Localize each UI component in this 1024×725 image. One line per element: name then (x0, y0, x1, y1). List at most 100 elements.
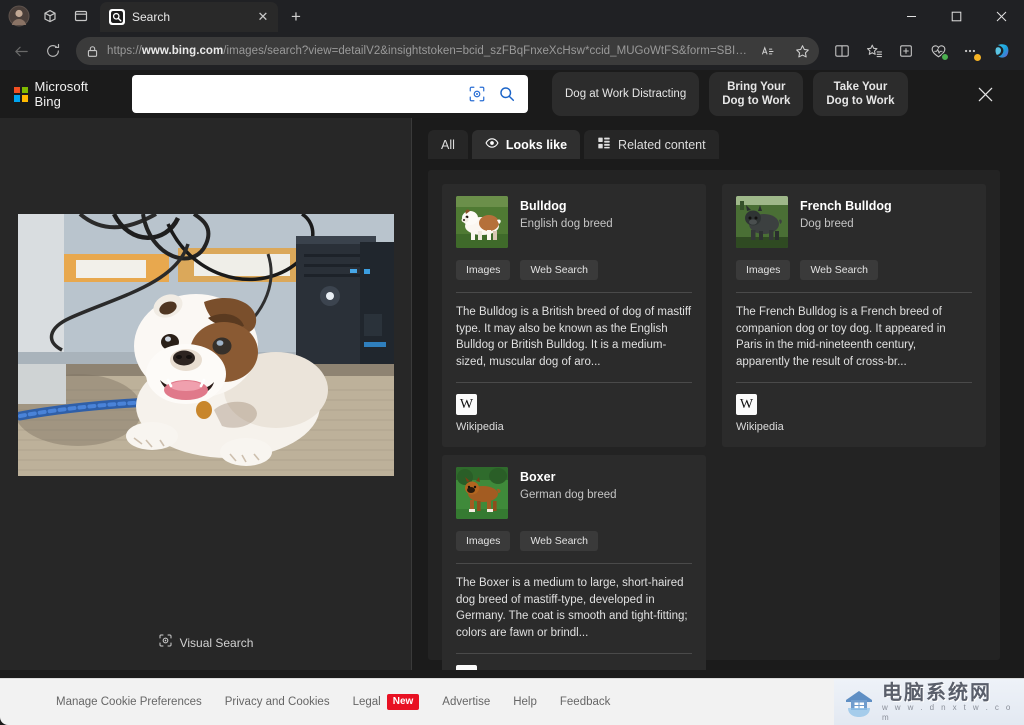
close-window-button[interactable] (979, 0, 1024, 32)
footer-link-manage-cookie-preferences[interactable]: Manage Cookie Preferences (56, 696, 202, 708)
card-title: Bulldog (520, 198, 613, 214)
browser-titlebar: Search ✕ + (0, 0, 1024, 32)
collections-add-icon[interactable] (891, 36, 921, 66)
tab-looks-like[interactable]: Looks like (472, 130, 580, 159)
maximize-button[interactable] (934, 0, 979, 32)
watermark-title: 电脑系统网 (882, 682, 1024, 703)
close-visual-search-button[interactable] (968, 77, 1002, 111)
settings-and-more-icon[interactable] (955, 36, 985, 66)
card-actions: Images Web Search (456, 531, 692, 551)
card-thumbnail[interactable] (736, 196, 788, 248)
address-bar[interactable]: https://www.bing.com/images/search?view=… (76, 37, 819, 65)
web-search-button[interactable]: Web Search (520, 531, 598, 551)
refresh-icon[interactable] (38, 36, 68, 66)
knowledge-cards-grid: Bulldog English dog breed Images Web Sea… (428, 170, 1000, 660)
card-source[interactable]: W Wikipedia (456, 665, 692, 670)
source-image[interactable] (18, 214, 394, 476)
microsoft-bing-logo[interactable]: Microsoft Bing (14, 79, 110, 109)
split-screen-icon[interactable] (827, 36, 857, 66)
bing-wordmark: Microsoft Bing (35, 79, 110, 109)
footer-link-privacy-and-cookies[interactable]: Privacy and Cookies (225, 696, 330, 708)
browser-window: Search ✕ + (0, 0, 1024, 725)
footer-link-legal[interactable]: Legal (353, 696, 381, 708)
back-arrow-icon[interactable] (6, 36, 36, 66)
card-source-label: Wikipedia (736, 421, 972, 433)
web-search-button[interactable]: Web Search (800, 260, 878, 280)
chip-label: Dog at Work Distracting (565, 87, 686, 101)
card-description: The Bulldog is a British breed of dog of… (456, 304, 692, 370)
knowledge-card[interactable]: Boxer German dog breed Images Web Search… (442, 455, 706, 670)
visual-search-footer[interactable]: Visual Search (0, 633, 411, 653)
suggestion-chip[interactable]: Take YourDog to Work (813, 72, 907, 116)
search-input[interactable] (144, 87, 462, 102)
knowledge-card[interactable]: French Bulldog Dog breed Images Web Sear… (722, 184, 986, 447)
visual-search-label: Visual Search (180, 636, 254, 650)
tab-title: Search (132, 10, 247, 24)
suggestion-chip[interactable]: Dog at Work Distracting (552, 72, 699, 116)
footer-link-feedback[interactable]: Feedback (560, 696, 611, 708)
results-pane: All Looks like (412, 118, 1024, 670)
camera-visual-search-icon[interactable] (462, 79, 492, 109)
tabstrip: Search ✕ + (100, 0, 889, 32)
footer-link-help[interactable]: Help (513, 696, 537, 708)
suggestion-chips: Dog at Work Distracting Bring YourDog to… (552, 72, 908, 116)
card-actions: Images Web Search (456, 260, 692, 280)
images-button[interactable]: Images (456, 531, 510, 551)
card-source[interactable]: W Wikipedia (736, 394, 972, 433)
card-subtitle: Dog breed (800, 217, 892, 232)
workspaces-icon[interactable] (35, 2, 65, 30)
url-text: https://www.bing.com/images/search?view=… (107, 45, 747, 57)
wikipedia-icon: W (456, 665, 477, 670)
new-tab-button[interactable]: + (282, 3, 310, 31)
read-aloud-icon[interactable] (755, 39, 781, 63)
source-image-pane: Visual Search (0, 118, 412, 670)
card-meta: Bulldog English dog breed (520, 196, 613, 232)
watermark-logo-icon (842, 686, 876, 718)
suggestion-chip[interactable]: Bring YourDog to Work (709, 72, 803, 116)
bing-page: Microsoft Bing (0, 70, 1024, 725)
eye-icon (485, 136, 499, 153)
tab-actions-icon[interactable] (66, 2, 96, 30)
card-thumbnail[interactable] (456, 467, 508, 519)
watermark-url: w w w . d n x t w . c o m (882, 703, 1024, 723)
close-icon[interactable]: ✕ (254, 8, 272, 26)
essentials-status-dot (941, 53, 949, 61)
bing-search-icon (109, 9, 125, 25)
search-box[interactable] (132, 75, 528, 113)
results-tabs: All Looks like (428, 130, 1000, 159)
copilot-icon[interactable] (988, 36, 1018, 66)
browser-essentials-heart-icon[interactable] (923, 36, 953, 66)
card-header: Bulldog English dog breed (456, 196, 692, 248)
divider (736, 382, 972, 383)
search-magnifier-icon[interactable] (492, 79, 522, 109)
knowledge-card[interactable]: Bulldog English dog breed Images Web Sea… (442, 184, 706, 447)
profile-avatar-icon[interactable] (4, 2, 34, 30)
minimize-button[interactable] (889, 0, 934, 32)
tab-all[interactable]: All (428, 130, 468, 159)
lock-icon (86, 45, 99, 58)
divider (736, 292, 972, 293)
favorites-star-list-icon[interactable] (859, 36, 889, 66)
card-source[interactable]: W Wikipedia (456, 394, 692, 433)
images-button[interactable]: Images (456, 260, 510, 280)
footer-link-advertise[interactable]: Advertise (442, 696, 490, 708)
microsoft-logo-icon (14, 87, 28, 102)
grid-layout-icon (597, 136, 611, 153)
browser-navbar: https://www.bing.com/images/search?view=… (0, 32, 1024, 70)
images-button[interactable]: Images (736, 260, 790, 280)
watermark-text: 电脑系统网 w w w . d n x t w . c o m (882, 682, 1024, 723)
card-title: Boxer (520, 469, 617, 485)
tab-related-content[interactable]: Related content (584, 130, 719, 159)
divider (456, 382, 692, 383)
visual-search-icon (158, 633, 173, 653)
card-description: The French Bulldog is a French breed of … (736, 304, 972, 370)
card-thumbnail[interactable] (456, 196, 508, 248)
card-header: French Bulldog Dog breed (736, 196, 972, 248)
web-search-button[interactable]: Web Search (520, 260, 598, 280)
wikipedia-icon: W (456, 394, 477, 415)
browser-tab[interactable]: Search ✕ (100, 2, 278, 32)
divider (456, 292, 692, 293)
star-icon[interactable] (789, 39, 815, 63)
titlebar-left-icons (0, 0, 96, 32)
wikipedia-icon: W (736, 394, 757, 415)
